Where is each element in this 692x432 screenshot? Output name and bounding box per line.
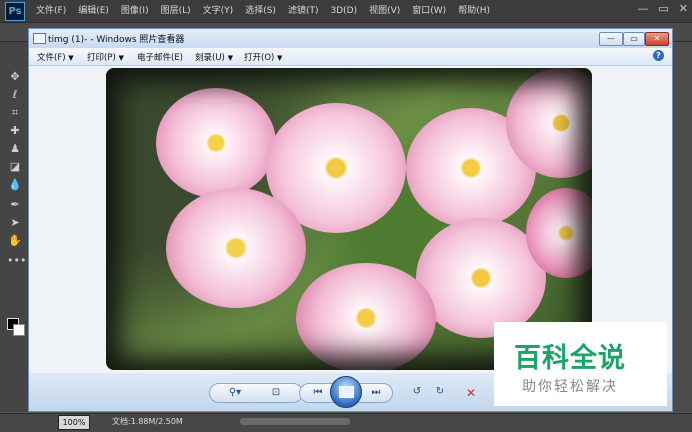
slideshow-icon	[339, 386, 354, 398]
stamp-icon[interactable]: ♟	[7, 142, 23, 156]
horizontal-scrollbar[interactable]	[240, 418, 350, 425]
photo-viewer-app-icon	[33, 33, 46, 44]
photoshop-logo: Ps	[5, 2, 25, 21]
close-button[interactable]: ✕	[679, 2, 688, 15]
menu-view[interactable]: 视图(V)	[363, 0, 406, 22]
healing-icon[interactable]: ✚	[7, 124, 23, 138]
photoshop-right-panel	[672, 42, 692, 412]
help-icon[interactable]: ?	[653, 50, 664, 61]
menu-file[interactable]: 文件(F)	[30, 0, 72, 22]
photoshop-menu: 文件(F) 编辑(E) 图像(I) 图层(L) 文字(Y) 选择(S) 滤镜(T…	[30, 0, 496, 22]
menu-image[interactable]: 图像(I)	[115, 0, 155, 22]
menu-layer[interactable]: 图层(L)	[155, 0, 197, 22]
previous-icon[interactable]: ⏮	[306, 384, 330, 402]
next-icon[interactable]: ⏭	[364, 384, 388, 402]
minimize-button[interactable]: —	[599, 32, 623, 46]
background-color-swatch[interactable]	[13, 324, 25, 336]
menu-type[interactable]: 文字(Y)	[197, 0, 240, 22]
document-info: 文档:1.88M/2.50M	[112, 417, 183, 426]
pen-icon[interactable]: ✒	[7, 198, 23, 212]
photo-viewer-titlebar[interactable]: timg (1)- - Windows 照片查看器 — ▭ ✕	[29, 29, 672, 48]
menu-3d[interactable]: 3D(D)	[324, 0, 363, 22]
zoom-level-field[interactable]: 100%	[58, 415, 90, 430]
menu-filter[interactable]: 滤镜(T)	[282, 0, 325, 22]
actual-size-icon[interactable]: ⊡	[264, 384, 288, 402]
lasso-icon[interactable]: ℓ	[7, 88, 23, 102]
move-icon[interactable]: ✥	[7, 70, 23, 84]
photoshop-menubar: Ps 文件(F) 编辑(E) 图像(I) 图层(L) 文字(Y) 选择(S) 滤…	[0, 0, 692, 23]
rotate-left-icon[interactable]: ↺	[409, 383, 425, 401]
menu-open[interactable]: 打开(O) ▼	[244, 51, 282, 63]
blur-icon[interactable]: 💧	[7, 178, 23, 192]
menu-help[interactable]: 帮助(H)	[452, 0, 496, 22]
delete-icon[interactable]: ✕	[466, 386, 476, 400]
minimize-button[interactable]: —	[637, 2, 648, 15]
restore-button[interactable]: ▭	[658, 2, 668, 15]
eraser-icon[interactable]: ◪	[7, 160, 23, 174]
menu-email[interactable]: 电子邮件(E)	[137, 51, 183, 63]
menu-window[interactable]: 窗口(W)	[406, 0, 452, 22]
menu-select[interactable]: 选择(S)	[239, 0, 282, 22]
zoom-group: ⚲▾ ⊡	[209, 383, 303, 403]
watermark-title: 百科全说	[514, 343, 626, 374]
menu-file[interactable]: 文件(F) ▼	[37, 51, 74, 63]
more-icon[interactable]: •••	[7, 254, 26, 268]
menu-edit[interactable]: 编辑(E)	[72, 0, 115, 22]
maximize-button[interactable]: ▭	[623, 32, 645, 46]
close-button[interactable]: ✕	[645, 32, 669, 46]
photo-viewer-menubar: 文件(F) ▼ 打印(P) ▼ 电子邮件(E) 刻录(U) ▼ 打开(O) ▼ …	[29, 48, 672, 66]
hand-icon[interactable]: ✋	[7, 234, 23, 248]
menu-print[interactable]: 打印(P) ▼	[87, 51, 124, 63]
menu-burn[interactable]: 刻录(U) ▼	[195, 51, 233, 63]
watermark-subtitle: 助你轻松解决	[522, 379, 618, 395]
slideshow-button[interactable]	[330, 376, 362, 408]
zoom-icon[interactable]: ⚲▾	[220, 384, 250, 402]
photoshop-toolbar: ✥ ℓ ⌗ ✚ ♟ ◪ 💧 ✒ ➤ ✋ •••	[0, 42, 29, 412]
window-title: timg (1)- - Windows 照片查看器	[48, 35, 185, 45]
rotate-right-icon[interactable]: ↻	[432, 383, 448, 401]
photoshop-window-controls: — ▭ ✕	[637, 2, 688, 15]
path-select-icon[interactable]: ➤	[7, 216, 23, 230]
crop-icon[interactable]: ⌗	[7, 106, 23, 120]
watermark-logo: 百科全说 助你轻松解决	[494, 322, 667, 406]
